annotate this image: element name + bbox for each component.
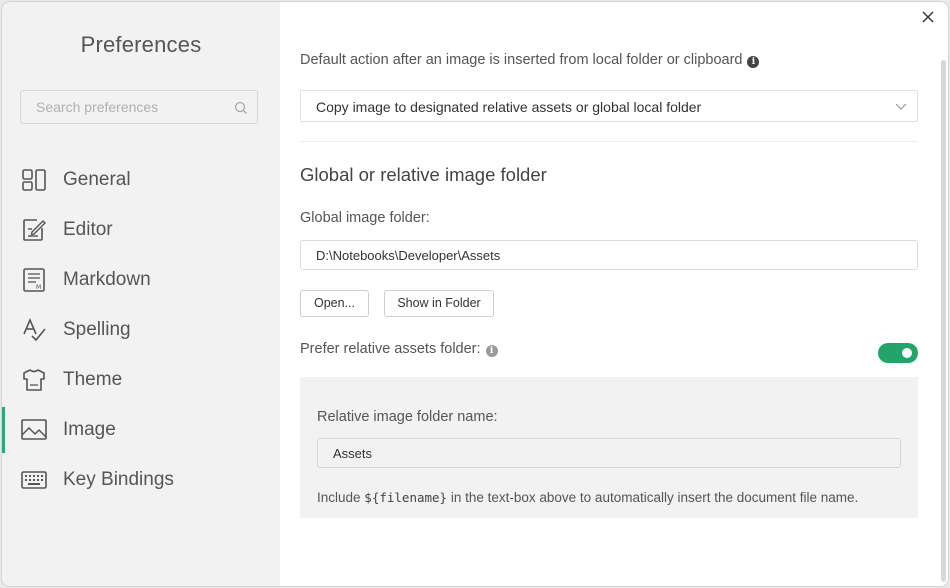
- hint-code: ${filename}: [364, 490, 448, 505]
- svg-text:M: M: [36, 284, 41, 291]
- spelling-icon: [20, 316, 48, 344]
- sidebar-item-editor[interactable]: Editor: [2, 205, 280, 255]
- sidebar-item-image[interactable]: Image: [2, 405, 280, 455]
- search-box: [20, 90, 258, 124]
- global-folder-label: Global image folder:: [300, 210, 430, 226]
- theme-icon: [20, 366, 48, 394]
- default-action-row: Default action after an image is inserte…: [300, 52, 760, 68]
- general-icon: [20, 166, 48, 194]
- default-action-label: Default action after an image is inserte…: [300, 52, 743, 68]
- search-input[interactable]: [21, 91, 241, 123]
- sidebar-item-label: Editor: [63, 219, 113, 240]
- info-icon[interactable]: i: [747, 56, 760, 68]
- hint-prefix: Include: [317, 490, 365, 505]
- sidebar: Preferences General: [2, 2, 280, 586]
- divider: [300, 141, 918, 142]
- sidebar-item-spelling[interactable]: Spelling: [2, 305, 280, 355]
- keyboard-icon: [20, 466, 48, 494]
- filename-hint: Include ${filename} in the text-box abov…: [317, 490, 858, 505]
- sidebar-item-theme[interactable]: Theme: [2, 355, 280, 405]
- sidebar-item-general[interactable]: General: [2, 155, 280, 205]
- relative-folder-panel: Relative image folder name: Include ${fi…: [300, 377, 918, 518]
- sidebar-item-label: Key Bindings: [63, 469, 174, 490]
- main-panel: Default action after an image is inserte…: [280, 2, 948, 586]
- scrollbar-thumb[interactable]: [941, 60, 946, 582]
- close-icon[interactable]: [920, 9, 936, 25]
- scrollbar[interactable]: [939, 2, 948, 586]
- prefer-relative-label: Prefer relative assets folder:: [300, 341, 481, 357]
- show-in-folder-button[interactable]: Show in Folder: [384, 290, 494, 317]
- toggle-knob: [902, 348, 912, 358]
- prefer-relative-row: Prefer relative assets folder: i: [300, 341, 498, 357]
- chevron-down-icon: [895, 103, 907, 110]
- markdown-icon: M: [20, 266, 48, 294]
- relative-folder-input[interactable]: [317, 438, 901, 468]
- sidebar-item-label: General: [63, 169, 131, 190]
- default-action-value: Copy image to designated relative assets…: [316, 99, 702, 115]
- open-button[interactable]: Open...: [300, 290, 369, 317]
- prefer-relative-toggle[interactable]: [878, 343, 918, 363]
- sidebar-nav: General Editor M Markdown Spelling Theme…: [2, 155, 280, 505]
- sidebar-item-label: Markdown: [63, 269, 151, 290]
- info-icon[interactable]: i: [485, 345, 498, 357]
- image-icon: [20, 416, 48, 444]
- search-icon[interactable]: [234, 101, 248, 115]
- default-action-select[interactable]: Copy image to designated relative assets…: [300, 90, 918, 122]
- sidebar-item-label: Theme: [63, 369, 123, 390]
- sidebar-item-markdown[interactable]: M Markdown: [2, 255, 280, 305]
- sidebar-item-label: Image: [63, 419, 116, 440]
- sidebar-item-key-bindings[interactable]: Key Bindings: [2, 455, 280, 505]
- sidebar-item-label: Spelling: [63, 319, 131, 340]
- global-folder-input[interactable]: [300, 240, 918, 270]
- preferences-window: Preferences General: [2, 2, 948, 586]
- editor-icon: [20, 216, 48, 244]
- sidebar-title: Preferences: [80, 32, 202, 57]
- relative-folder-label: Relative image folder name:: [317, 409, 498, 425]
- hint-suffix: in the text-box above to automatically i…: [447, 490, 859, 505]
- section-title: Global or relative image folder: [300, 164, 547, 185]
